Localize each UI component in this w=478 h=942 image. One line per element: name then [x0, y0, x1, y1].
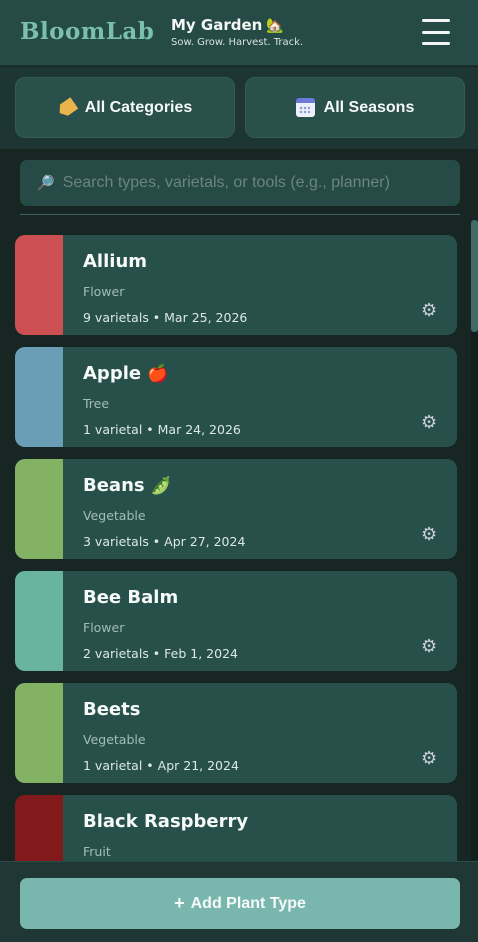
- gear-icon[interactable]: ⚙: [421, 413, 437, 431]
- apple-icon: 🍎: [147, 364, 169, 384]
- search-icon: 🔎: [36, 175, 55, 192]
- all-categories-label: All Categories: [84, 98, 193, 116]
- plant-category: Fruit: [83, 844, 111, 859]
- plant-name: Black Raspberry: [83, 811, 249, 832]
- bottom-bar: + Add Plant Type: [0, 861, 478, 942]
- gear-icon[interactable]: ⚙: [421, 525, 437, 543]
- plant-name: Bee Balm: [83, 587, 179, 608]
- search-box: 🔎: [20, 160, 460, 206]
- brand-logo[interactable]: BloomLab: [20, 18, 154, 45]
- all-seasons-button[interactable]: All Seasons: [245, 77, 465, 138]
- garden-tagline: Sow. Grow. Harvest. Track.: [171, 37, 304, 48]
- plant-color-swatch: [15, 571, 63, 671]
- plant-color-swatch: [15, 459, 63, 559]
- pea-pod-icon: 🫛: [150, 476, 172, 496]
- plant-category: Tree: [83, 396, 110, 411]
- plant-name: Beans 🫛: [83, 475, 172, 496]
- scrollbar-track[interactable]: [471, 220, 478, 861]
- gear-icon[interactable]: ⚙: [421, 637, 437, 655]
- plant-meta: 1 varietal • Mar 24, 2026: [83, 422, 241, 437]
- search-input[interactable]: [62, 160, 460, 206]
- plant-meta: 3 varietals • Apr 27, 2024: [83, 534, 246, 549]
- plant-category: Flower: [83, 620, 125, 635]
- plant-card-bee-balm[interactable]: Bee Balm Flower 2 varietals • Feb 1, 202…: [15, 571, 457, 671]
- garden-title-text: My Garden: [171, 16, 263, 34]
- plant-category: Vegetable: [83, 508, 146, 523]
- calendar-icon: [295, 98, 315, 117]
- plant-name: Beets: [83, 699, 141, 720]
- plant-card-beets[interactable]: Beets Vegetable 1 varietal • Apr 21, 202…: [15, 683, 457, 783]
- divider: [20, 214, 460, 215]
- all-categories-button[interactable]: All Categories: [15, 77, 235, 138]
- plant-name: Allium: [83, 251, 148, 272]
- plant-card-beans[interactable]: Beans 🫛 Vegetable 3 varietals • Apr 27, 2…: [15, 459, 457, 559]
- scrollbar-thumb[interactable]: [471, 220, 478, 332]
- plant-meta: 9 varietals • Mar 25, 2026: [83, 310, 248, 325]
- filter-bar: All Categories All Seasons: [0, 67, 478, 149]
- menu-line: [422, 42, 450, 45]
- plant-category: Flower: [83, 284, 125, 299]
- hamburger-menu-icon[interactable]: [422, 19, 450, 45]
- garden-info: My Garden 🏡 Sow. Grow. Harvest. Track.: [171, 16, 303, 48]
- plant-meta: 2 varietals • Feb 1, 2024: [83, 646, 238, 661]
- plant-color-swatch: [15, 795, 63, 861]
- plant-color-swatch: [15, 683, 63, 783]
- plant-category: Vegetable: [83, 732, 146, 747]
- gear-icon[interactable]: ⚙: [421, 749, 437, 767]
- plant-card-black-raspberry[interactable]: Black Raspberry Fruit ⚙: [15, 795, 457, 861]
- add-plant-type-button[interactable]: + Add Plant Type: [20, 878, 460, 929]
- plant-card-allium[interactable]: Allium Flower 9 varietals • Mar 25, 2026…: [15, 235, 457, 335]
- plant-list: Allium Flower 9 varietals • Mar 25, 2026…: [15, 235, 457, 861]
- menu-line: [422, 19, 450, 22]
- plant-color-swatch: [15, 347, 63, 447]
- plus-icon: +: [174, 893, 185, 913]
- app-header: BloomLab My Garden 🏡 Sow. Grow. Harvest. …: [0, 0, 478, 66]
- plant-meta: 1 varietal • Apr 21, 2024: [83, 758, 239, 773]
- menu-line: [422, 30, 450, 34]
- tag-icon: [55, 97, 78, 119]
- add-plant-type-label: Add Plant Type: [190, 894, 306, 912]
- plant-color-swatch: [15, 235, 63, 335]
- plant-card-apple[interactable]: Apple 🍎 Tree 1 varietal • Mar 24, 2026 ⚙: [15, 347, 457, 447]
- garden-title: My Garden 🏡: [171, 16, 303, 34]
- gear-icon[interactable]: ⚙: [421, 301, 437, 319]
- all-seasons-label: All Seasons: [323, 98, 415, 116]
- house-icon: 🏡: [266, 18, 284, 34]
- plant-name: Apple 🍎: [83, 363, 169, 384]
